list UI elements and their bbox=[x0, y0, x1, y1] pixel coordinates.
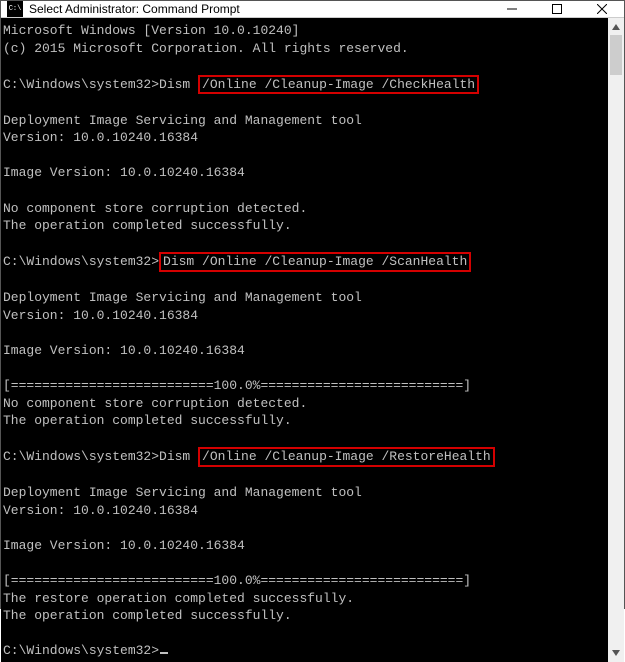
console-line: Image Version: 10.0.10240.16384 bbox=[3, 164, 606, 182]
close-button[interactable] bbox=[579, 1, 624, 17]
text-cursor bbox=[160, 652, 168, 654]
console-line: C:\Windows\system32>Dism /Online /Cleanu… bbox=[3, 75, 606, 95]
cmd-icon bbox=[7, 1, 23, 17]
console-line bbox=[3, 519, 606, 537]
console-line bbox=[3, 467, 606, 485]
window-controls bbox=[489, 1, 624, 17]
scrollbar-track[interactable] bbox=[608, 35, 624, 645]
console-line bbox=[3, 555, 606, 573]
console-line: Microsoft Windows [Version 10.0.10240] bbox=[3, 22, 606, 40]
console-line: C:\Windows\system32>Dism /Online /Cleanu… bbox=[3, 252, 606, 272]
console-line: Image Version: 10.0.10240.16384 bbox=[3, 342, 606, 360]
minimize-button[interactable] bbox=[489, 1, 534, 17]
highlighted-command: /Online /Cleanup-Image /RestoreHealth bbox=[198, 447, 495, 467]
console-line bbox=[3, 625, 606, 643]
console-line: The restore operation completed successf… bbox=[3, 590, 606, 608]
scroll-down-button[interactable] bbox=[608, 645, 624, 662]
highlighted-command: Dism /Online /Cleanup-Image /ScanHealth bbox=[159, 252, 471, 272]
console-line bbox=[3, 57, 606, 75]
console-line bbox=[3, 94, 606, 112]
console-line: [==========================100.0%=======… bbox=[3, 572, 606, 590]
console-line: The operation completed successfully. bbox=[3, 412, 606, 430]
console-line bbox=[3, 430, 606, 448]
console-line: No component store corruption detected. bbox=[3, 395, 606, 413]
console-line: C:\Windows\system32>Dism /Online /Cleanu… bbox=[3, 447, 606, 467]
console-line: No component store corruption detected. bbox=[3, 200, 606, 218]
console-line bbox=[3, 235, 606, 253]
console-line: Deployment Image Servicing and Managemen… bbox=[3, 112, 606, 130]
console-line: Deployment Image Servicing and Managemen… bbox=[3, 289, 606, 307]
console-line: Image Version: 10.0.10240.16384 bbox=[3, 537, 606, 555]
window-title: Select Administrator: Command Prompt bbox=[29, 2, 489, 16]
console-line: C:\Windows\system32> bbox=[3, 642, 606, 660]
console-line: Version: 10.0.10240.16384 bbox=[3, 502, 606, 520]
console-output[interactable]: Microsoft Windows [Version 10.0.10240](c… bbox=[1, 18, 608, 662]
console-line bbox=[3, 147, 606, 165]
highlighted-command: /Online /Cleanup-Image /CheckHealth bbox=[198, 75, 479, 95]
console-line: Version: 10.0.10240.16384 bbox=[3, 129, 606, 147]
console-line: Version: 10.0.10240.16384 bbox=[3, 307, 606, 325]
console-line: The operation completed successfully. bbox=[3, 607, 606, 625]
titlebar[interactable]: Select Administrator: Command Prompt bbox=[1, 1, 624, 18]
console-line bbox=[3, 182, 606, 200]
console-line: Deployment Image Servicing and Managemen… bbox=[3, 484, 606, 502]
maximize-button[interactable] bbox=[534, 1, 579, 17]
console-line: The operation completed successfully. bbox=[3, 217, 606, 235]
console-line: (c) 2015 Microsoft Corporation. All righ… bbox=[3, 40, 606, 58]
console-area: Microsoft Windows [Version 10.0.10240](c… bbox=[1, 18, 624, 662]
command-prompt-window: Select Administrator: Command Prompt Mic… bbox=[0, 0, 625, 609]
vertical-scrollbar[interactable] bbox=[608, 18, 624, 662]
console-line bbox=[3, 272, 606, 290]
console-line: [==========================100.0%=======… bbox=[3, 377, 606, 395]
console-line bbox=[3, 359, 606, 377]
console-line bbox=[3, 324, 606, 342]
scroll-up-button[interactable] bbox=[608, 18, 624, 35]
scrollbar-thumb[interactable] bbox=[610, 35, 622, 75]
